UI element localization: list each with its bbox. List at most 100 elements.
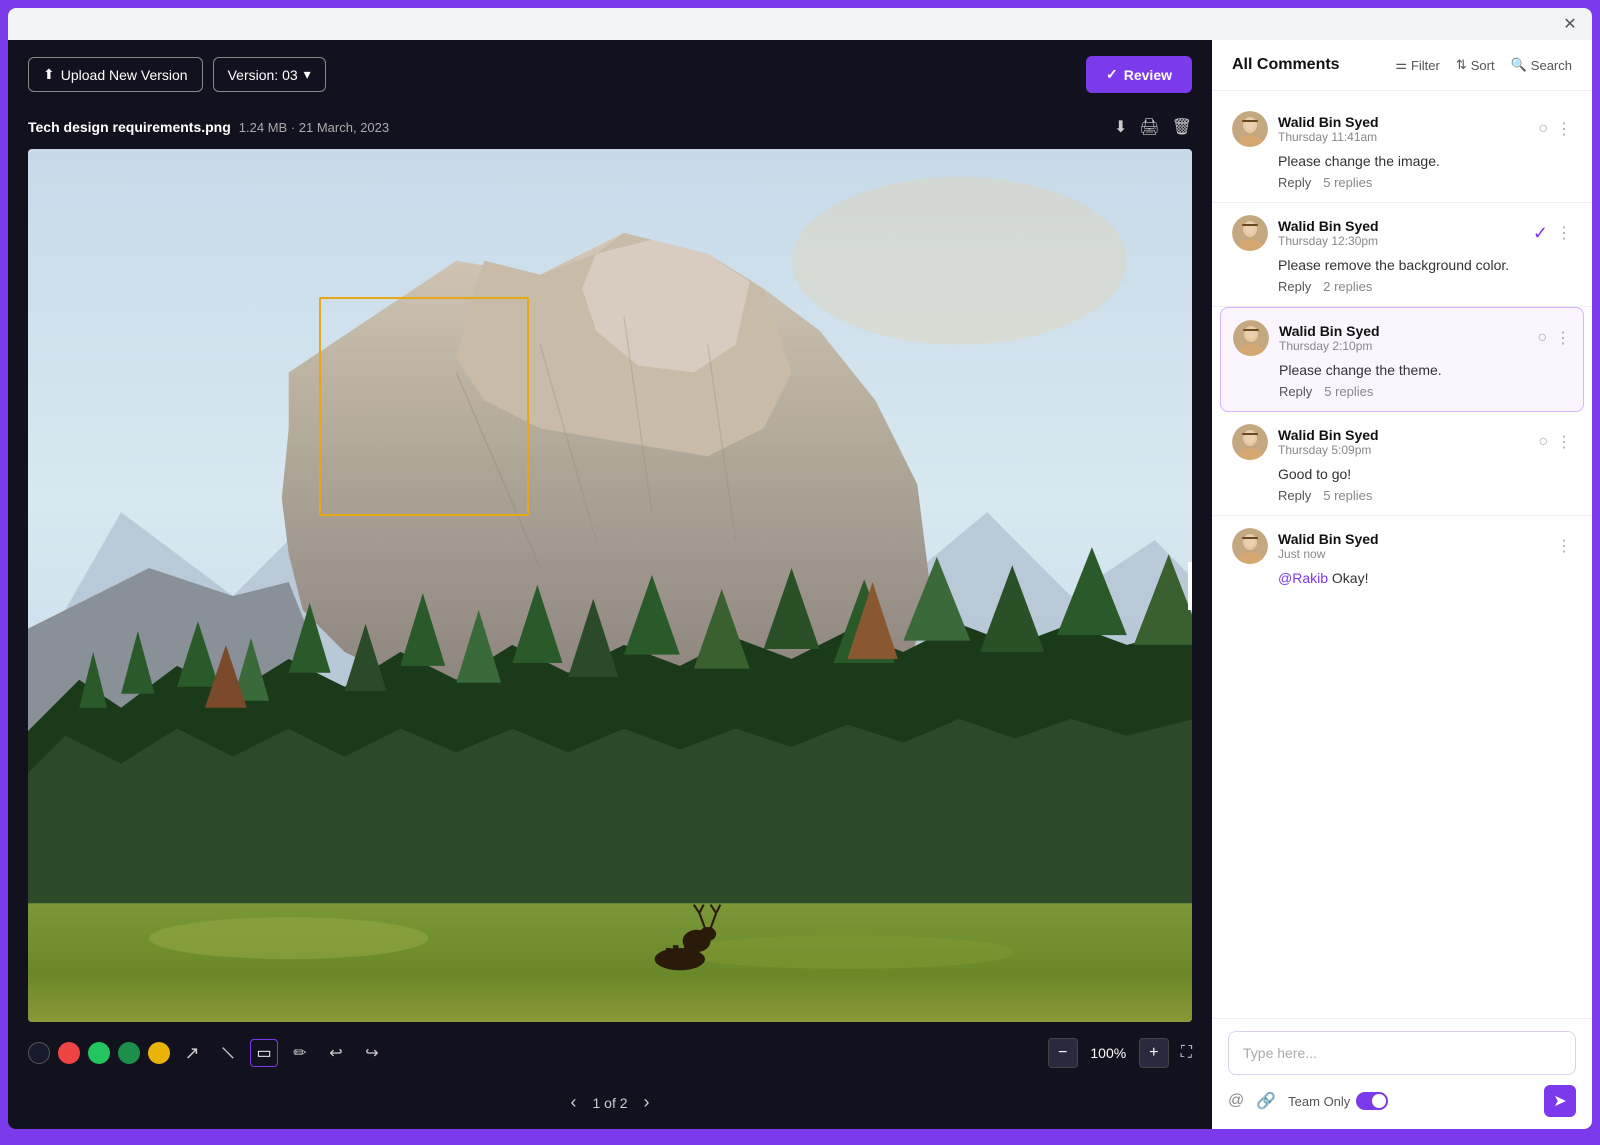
- comment-header: Walid Bin Syed Thursday 5:09pm ○ ⋮: [1232, 424, 1572, 460]
- comment-text: Good to go!: [1278, 466, 1572, 482]
- replies-count: 5 replies: [1323, 175, 1372, 190]
- comment-author-area: Walid Bin Syed Thursday 2:10pm: [1233, 320, 1380, 356]
- chevron-down-icon: ▾: [304, 66, 311, 83]
- comment-actions: ○ ⋮: [1538, 432, 1572, 452]
- comment-footer: Reply 5 replies: [1278, 175, 1572, 190]
- replies-count: 5 replies: [1324, 384, 1373, 399]
- undo-icon[interactable]: ↩: [322, 1039, 350, 1067]
- comment-meta: Walid Bin Syed Thursday 12:30pm: [1278, 218, 1379, 248]
- comment-text: @Rakib Okay!: [1278, 570, 1572, 586]
- resolve-icon[interactable]: ○: [1538, 433, 1548, 451]
- color-green[interactable]: [88, 1042, 110, 1064]
- page-indicator: 1 of 2: [592, 1095, 627, 1111]
- comment-item: Walid Bin Syed Thursday 5:09pm ○ ⋮ Good …: [1212, 412, 1592, 516]
- comment-body: Please change the theme. Reply 5 replies: [1233, 362, 1571, 399]
- comment-item: Walid Bin Syed Just now ⋮ @Rakib Okay!: [1212, 516, 1592, 604]
- search-button[interactable]: 🔍 Search: [1511, 57, 1572, 73]
- more-options-icon[interactable]: ⋮: [1556, 536, 1572, 556]
- reply-button[interactable]: Reply: [1278, 175, 1311, 190]
- link-icon[interactable]: 🔗: [1256, 1091, 1276, 1111]
- more-options-icon[interactable]: ⋮: [1556, 119, 1572, 139]
- file-info-bar: Tech design requirements.png 1.24 MB · 2…: [8, 109, 1212, 149]
- comment-footer: Reply 5 replies: [1278, 488, 1572, 503]
- color-green-2[interactable]: [118, 1042, 140, 1064]
- left-panel: ⬆ Upload New Version Version: 03 ▾ ✓ Rev…: [8, 40, 1212, 1129]
- comment-time: Thursday 5:09pm: [1278, 443, 1379, 457]
- file-meta: 1.24 MB · 21 March, 2023: [239, 120, 389, 135]
- color-yellow[interactable]: [148, 1042, 170, 1064]
- drawing-tools: ↗ | ▭ ✏ ↩ ↪: [28, 1039, 386, 1067]
- send-button[interactable]: ➤: [1544, 1085, 1576, 1117]
- comment-meta: Walid Bin Syed Thursday 11:41am: [1278, 114, 1379, 144]
- comment-time: Thursday 2:10pm: [1279, 339, 1380, 353]
- prev-page-button[interactable]: ‹: [570, 1092, 576, 1113]
- zoom-in-button[interactable]: +: [1139, 1038, 1169, 1068]
- pen-tool-icon[interactable]: ✏: [286, 1039, 314, 1067]
- comment-author-area: Walid Bin Syed Thursday 11:41am: [1232, 111, 1379, 147]
- comments-actions: ⚌ Filter ⇅ Sort 🔍 Search: [1395, 57, 1572, 73]
- next-page-button[interactable]: ›: [644, 1092, 650, 1113]
- comment-input-footer: @ 🔗 Team Only ➤: [1228, 1085, 1576, 1117]
- comment-time: Just now: [1278, 547, 1379, 561]
- color-red[interactable]: [58, 1042, 80, 1064]
- right-panel: All Comments ⚌ Filter ⇅ Sort 🔍 Search: [1212, 40, 1592, 1129]
- comment-input-area: Type here... @ 🔗 Team Only: [1212, 1018, 1592, 1129]
- zoom-controls: − 100% + ⛶: [1048, 1038, 1192, 1068]
- delete-icon[interactable]: 🗑: [1172, 117, 1192, 137]
- comment-item: Walid Bin Syed Thursday 11:41am ○ ⋮ Plea…: [1212, 99, 1592, 203]
- comment-meta: Walid Bin Syed Just now: [1278, 531, 1379, 561]
- comment-input[interactable]: Type here...: [1228, 1031, 1576, 1075]
- comment-author: Walid Bin Syed: [1279, 323, 1380, 339]
- image-container: ❯: [28, 149, 1192, 1022]
- rect-tool-icon[interactable]: ▭: [250, 1039, 278, 1067]
- version-selector-button[interactable]: Version: 03 ▾: [213, 57, 326, 92]
- comment-footer: Reply 5 replies: [1279, 384, 1571, 399]
- comment-text: Please change the theme.: [1279, 362, 1571, 378]
- resolve-icon[interactable]: ○: [1537, 329, 1547, 347]
- toolbar-left: ⬆ Upload New Version Version: 03 ▾: [28, 57, 326, 92]
- team-only-switch[interactable]: [1356, 1092, 1388, 1110]
- team-only-toggle: Team Only: [1288, 1092, 1388, 1110]
- reply-button[interactable]: Reply: [1279, 384, 1312, 399]
- redo-icon[interactable]: ↪: [358, 1039, 386, 1067]
- file-info: Tech design requirements.png 1.24 MB · 2…: [28, 119, 389, 135]
- zoom-out-button[interactable]: −: [1048, 1038, 1078, 1068]
- comment-meta: Walid Bin Syed Thursday 5:09pm: [1278, 427, 1379, 457]
- sort-button[interactable]: ⇅ Sort: [1456, 57, 1495, 73]
- reply-button[interactable]: Reply: [1278, 488, 1311, 503]
- more-options-icon[interactable]: ⋮: [1556, 432, 1572, 452]
- page-navigation: ‹ 1 of 2 ›: [8, 1084, 1212, 1129]
- upload-new-version-button[interactable]: ⬆ Upload New Version: [28, 57, 203, 92]
- comment-actions: ○ ⋮: [1538, 119, 1572, 139]
- more-options-icon[interactable]: ⋮: [1556, 223, 1572, 243]
- comment-author: Walid Bin Syed: [1278, 427, 1379, 443]
- avatar: [1233, 320, 1269, 356]
- review-button[interactable]: ✓ Review: [1086, 56, 1192, 93]
- comment-footer: Reply 2 replies: [1278, 279, 1572, 294]
- reply-button[interactable]: Reply: [1278, 279, 1311, 294]
- avatar: [1232, 528, 1268, 564]
- comment-text: Please change the image.: [1278, 153, 1572, 169]
- resolve-icon[interactable]: ○: [1538, 120, 1548, 138]
- at-mention-icon[interactable]: @: [1228, 1092, 1244, 1110]
- comment-author-area: Walid Bin Syed Thursday 12:30pm: [1232, 215, 1379, 251]
- download-icon[interactable]: ⬇: [1114, 117, 1127, 137]
- resolved-icon[interactable]: ✓: [1533, 223, 1548, 244]
- toolbar: ⬆ Upload New Version Version: 03 ▾ ✓ Rev…: [8, 40, 1212, 109]
- more-options-icon[interactable]: ⋮: [1555, 328, 1571, 348]
- comment-time: Thursday 11:41am: [1278, 130, 1379, 144]
- filter-button[interactable]: ⚌ Filter: [1395, 57, 1440, 73]
- line-tool-icon[interactable]: |: [208, 1033, 248, 1073]
- arrow-tool-icon[interactable]: ↗: [178, 1039, 206, 1067]
- replies-count: 2 replies: [1323, 279, 1372, 294]
- comments-title: All Comments: [1232, 56, 1340, 74]
- zoom-value: 100%: [1086, 1045, 1131, 1061]
- comment-meta: Walid Bin Syed Thursday 2:10pm: [1279, 323, 1380, 353]
- close-button[interactable]: ✕: [1560, 14, 1580, 34]
- color-black[interactable]: [28, 1042, 50, 1064]
- send-icon: ➤: [1553, 1091, 1566, 1111]
- sidebar-toggle-button[interactable]: ❯: [1188, 562, 1192, 610]
- fullscreen-button[interactable]: ⛶: [1181, 1044, 1192, 1062]
- print-icon[interactable]: 🖨: [1139, 117, 1159, 137]
- avatar: [1232, 111, 1268, 147]
